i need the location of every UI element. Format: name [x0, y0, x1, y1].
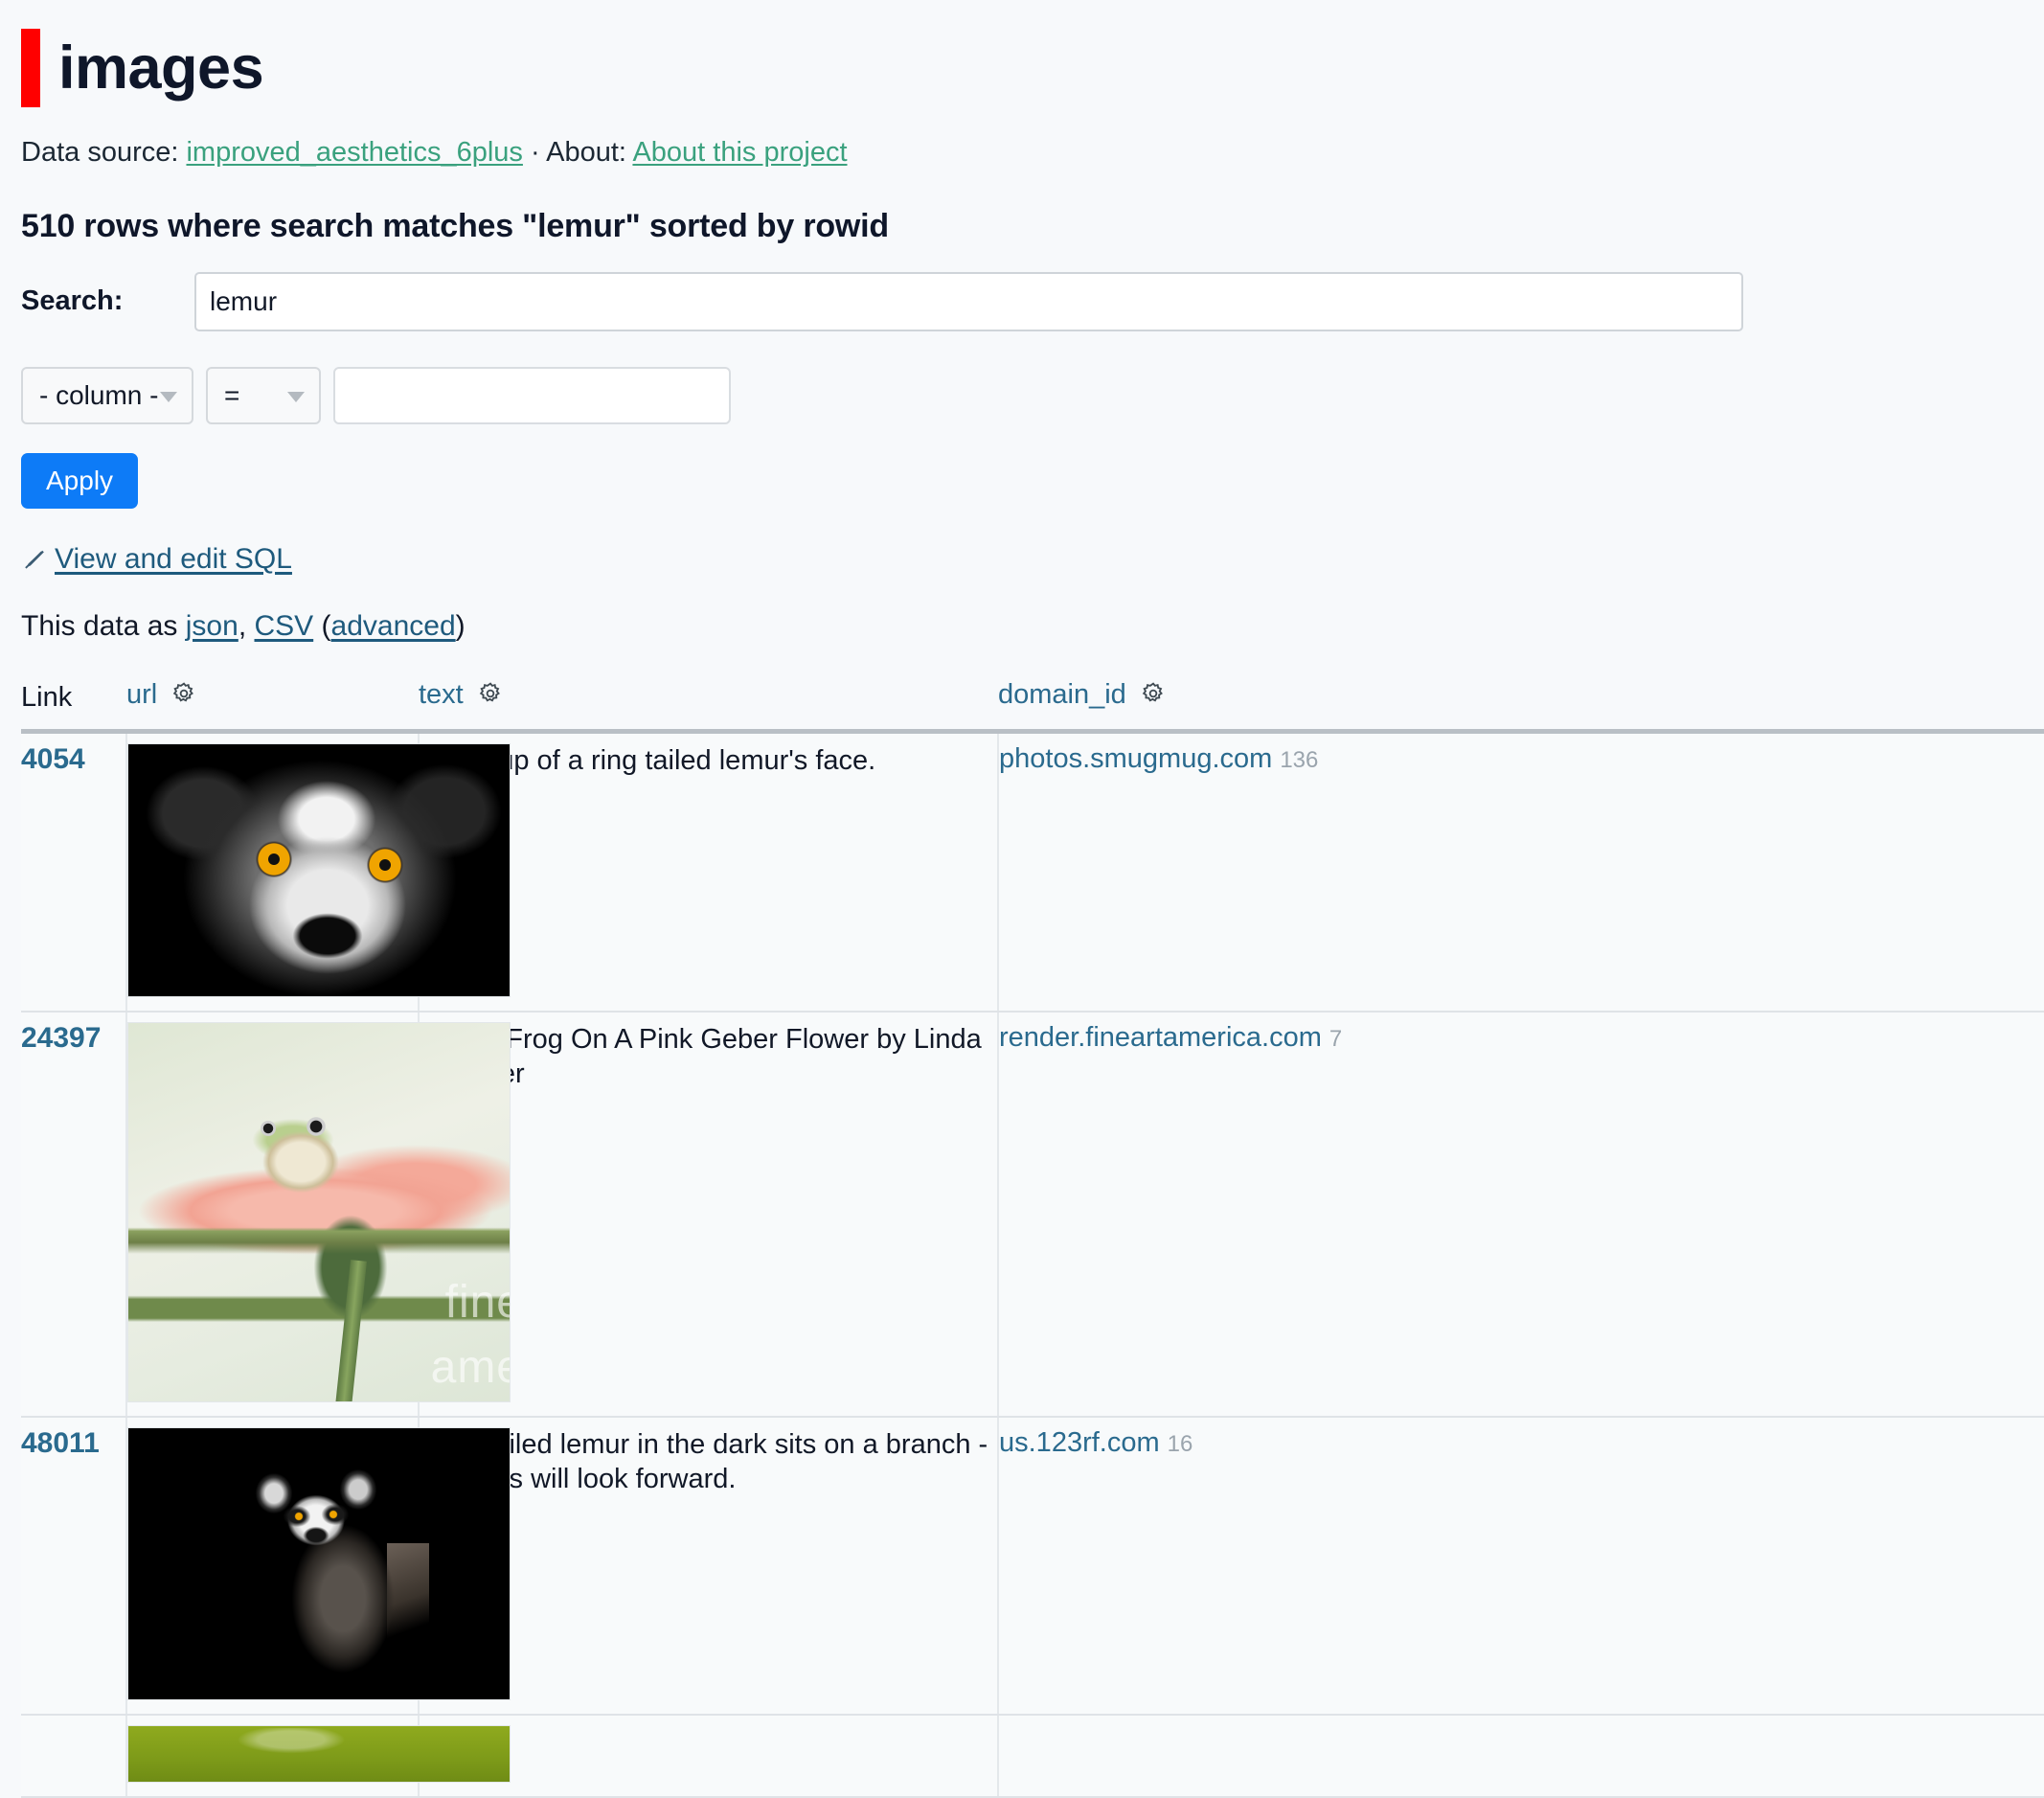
apply-button[interactable]: Apply: [21, 452, 139, 509]
column-header-text: text: [419, 678, 998, 734]
thumbnail-image[interactable]: [127, 742, 511, 997]
filter-column-value: - column -: [39, 379, 159, 410]
search-input[interactable]: [194, 271, 1743, 331]
table-row: [21, 1714, 2044, 1798]
thumbnail-image[interactable]: fine ame: [127, 1021, 511, 1402]
results-table: Link url text domain_id 4054 Close up of…: [21, 678, 2044, 1798]
gear-icon[interactable]: [478, 681, 503, 714]
row-domain-id: 7: [1329, 1025, 1343, 1052]
row-domain-link[interactable]: render.fineartamerica.com: [999, 1022, 1322, 1053]
row-link-cell: 24397: [21, 1011, 127, 1418]
row-link-cell: 48011: [21, 1416, 127, 1716]
export-close-paren: ): [455, 609, 466, 642]
view-sql-row: View and edit SQL: [21, 543, 2044, 576]
export-csv-link[interactable]: CSV: [255, 610, 314, 642]
row-domain-cell: us.123rf.com 16: [998, 1416, 2044, 1716]
data-source-link[interactable]: improved_aesthetics_6plus: [186, 137, 522, 168]
export-open-paren: (: [321, 609, 331, 642]
about-link[interactable]: About this project: [632, 137, 847, 168]
data-source-prefix: Data source:: [21, 137, 179, 168]
row-thumbnail-cell: [126, 731, 511, 1013]
row-domain-link[interactable]: photos.smugmug.com: [999, 743, 1272, 774]
column-header-domain-id: domain_id: [998, 678, 2044, 734]
filter-column-select[interactable]: - column -: [21, 366, 193, 424]
gear-icon[interactable]: [171, 681, 196, 714]
export-json-link[interactable]: json: [186, 610, 238, 642]
export-links-row: This data as json, CSV (advanced): [21, 610, 2044, 643]
filter-value-input[interactable]: [333, 366, 731, 424]
table-row: 4054 Close up of a ring tailed lemur's f…: [21, 731, 2044, 1013]
view-edit-sql-link[interactable]: View and edit SQL: [55, 543, 292, 576]
filter-operator-value: =: [224, 379, 240, 410]
filter-row: - column - =: [21, 366, 2044, 424]
search-label: Search:: [21, 285, 124, 317]
row-domain-cell: [998, 1714, 2044, 1798]
row-link-cell: 4054: [21, 731, 127, 1013]
table-row: 24397 fine ame Lemur Frog On A Pink Gebe…: [21, 1011, 2044, 1418]
search-row: Search:: [21, 271, 2044, 331]
separator-dot: ·: [530, 137, 540, 168]
column-header-link: Link: [21, 678, 126, 734]
pencil-icon: [21, 547, 46, 572]
row-link-cell: [21, 1714, 127, 1798]
column-header-link-label: Link: [21, 681, 73, 713]
filter-operator-select[interactable]: =: [206, 366, 321, 424]
row-domain-cell: photos.smugmug.com 136: [998, 731, 2044, 1013]
table-header-row: Link url text domain_id: [21, 678, 2044, 734]
data-source-line: Data source: improved_aesthetics_6plus ·…: [21, 136, 2044, 170]
row-link[interactable]: 24397: [21, 1022, 101, 1054]
row-thumbnail-cell: fine ame: [126, 1011, 511, 1418]
thumbnail-image[interactable]: [127, 1426, 511, 1700]
export-comma: ,: [238, 609, 247, 642]
column-header-domain-id-label[interactable]: domain_id: [998, 679, 1126, 710]
page-root: images Data source: improved_aesthetics_…: [0, 0, 2044, 1798]
page-header: images: [21, 29, 2044, 107]
export-prefix: This data as: [21, 609, 178, 642]
gear-icon[interactable]: [1141, 681, 1166, 714]
row-link[interactable]: 48011: [21, 1427, 100, 1459]
column-header-url: url: [126, 678, 419, 734]
row-link[interactable]: 4054: [21, 743, 85, 775]
row-domain-id: 16: [1167, 1430, 1193, 1457]
table-row: 48011 Ring-tailed lemur in the dark sits…: [21, 1416, 2044, 1716]
page-title: images: [58, 34, 264, 102]
results-heading: 510 rows where search matches "lemur" so…: [21, 207, 889, 244]
export-advanced-link[interactable]: advanced: [331, 610, 456, 642]
chevron-down-icon: [160, 391, 177, 402]
accent-bar: [21, 29, 40, 107]
column-header-text-label[interactable]: text: [419, 679, 464, 710]
row-thumbnail-cell: [126, 1714, 511, 1798]
row-domain-id: 136: [1280, 746, 1319, 773]
row-domain-link[interactable]: us.123rf.com: [999, 1427, 1160, 1458]
row-thumbnail-cell: [126, 1416, 511, 1716]
about-prefix: About:: [546, 137, 626, 168]
column-header-url-label[interactable]: url: [126, 679, 157, 710]
row-domain-cell: render.fineartamerica.com 7: [998, 1011, 2044, 1418]
thumbnail-image[interactable]: [127, 1724, 511, 1783]
chevron-down-icon: [287, 391, 305, 402]
